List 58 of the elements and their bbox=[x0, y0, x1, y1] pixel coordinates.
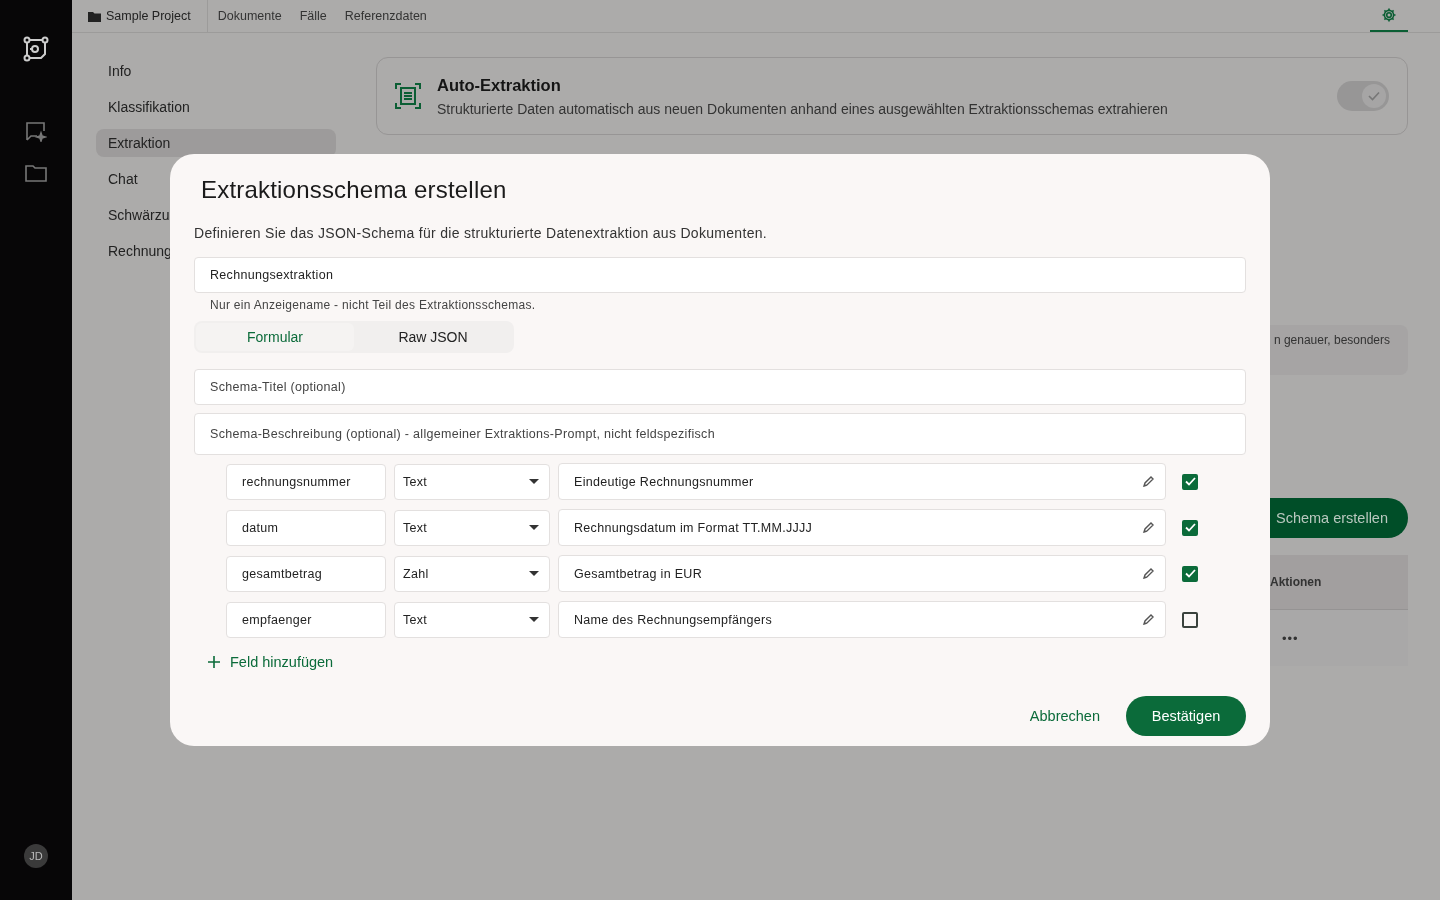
checkbox[interactable] bbox=[1182, 473, 1198, 490]
dialog-description: Definieren Sie das JSON-Schema für die strukturierte Datenextraktion aus Dokumenten. bbox=[194, 225, 768, 241]
more-actions-button[interactable]: ••• bbox=[1282, 630, 1299, 646]
view-tab[interactable]: Raw JSON bbox=[354, 323, 512, 351]
caret-icon bbox=[529, 617, 539, 622]
settings-icon[interactable] bbox=[1381, 7, 1397, 23]
pencil-icon[interactable] bbox=[1142, 613, 1155, 626]
pencil-icon[interactable] bbox=[1142, 521, 1155, 534]
settings-nav-item[interactable]: Info bbox=[96, 57, 336, 85]
field-name-input[interactable]: datum bbox=[226, 509, 386, 546]
create-schema-button[interactable]: Schema erstellen bbox=[1270, 498, 1408, 538]
settings-nav-item[interactable]: Klassifikation bbox=[96, 93, 336, 121]
folder-icon bbox=[88, 10, 101, 22]
hint-text: n genauer, besonders bbox=[1273, 333, 1390, 349]
view-tab[interactable]: Formular bbox=[196, 323, 354, 351]
card-description: Strukturierte Daten automatisch aus neuen Dokumenten anhand eines ausgewählten Extraktionsschemas extrahieren bbox=[437, 100, 1168, 117]
caret-icon bbox=[529, 525, 539, 530]
nav-tab[interactable]: Referenzdaten bbox=[335, 0, 436, 32]
folder-icon[interactable] bbox=[25, 164, 47, 182]
field-name-input[interactable]: gesamtbetrag bbox=[226, 555, 386, 592]
card-title: Auto-Extraktion bbox=[437, 75, 562, 95]
add-field-button[interactable]: Feld hinzufügen bbox=[208, 654, 334, 670]
plus-icon bbox=[208, 656, 220, 668]
pencil-icon[interactable] bbox=[1142, 567, 1155, 580]
checkbox[interactable] bbox=[1182, 611, 1198, 628]
document-scan-icon bbox=[395, 83, 421, 109]
cancel-button[interactable]: Abbrechen bbox=[1023, 707, 1106, 725]
field-name-input[interactable]: empfaenger bbox=[226, 601, 386, 638]
input-field[interactable]: Rechnungsextraktion bbox=[194, 257, 1246, 293]
nav-tab[interactable]: Dokumente bbox=[208, 0, 291, 32]
field-description-text: Rechnungsdatum im Format TT.MM.JJJJ bbox=[574, 520, 813, 535]
nav-tab[interactable]: Fälle bbox=[290, 0, 336, 32]
pencil-icon[interactable] bbox=[1142, 475, 1155, 488]
input-field[interactable]: Schema-Titel (optional) bbox=[194, 369, 1246, 405]
project-name[interactable]: Sample Project bbox=[106, 9, 191, 23]
check-icon bbox=[1368, 91, 1380, 101]
chat-sparkle-icon[interactable] bbox=[25, 120, 47, 142]
caret-icon bbox=[529, 571, 539, 576]
field-description-text: Name des Rechnungsempfängers bbox=[574, 612, 773, 627]
column-header: Aktionen bbox=[1270, 555, 1408, 610]
caret-icon bbox=[529, 479, 539, 484]
confirm-button[interactable]: Bestätigen bbox=[1126, 696, 1246, 736]
checkbox[interactable] bbox=[1182, 519, 1198, 536]
toggle-switch[interactable] bbox=[1337, 81, 1389, 111]
field-description-text: Gesamtbetrag in EUR bbox=[574, 566, 702, 581]
settings-nav-item[interactable]: Extraktion bbox=[96, 129, 336, 157]
field-name-input[interactable]: rechnungsnummer bbox=[226, 463, 386, 500]
type-dropdown[interactable]: Zahl bbox=[394, 555, 550, 592]
type-dropdown[interactable]: Text bbox=[394, 509, 550, 546]
type-dropdown[interactable]: Text bbox=[394, 463, 550, 500]
field-description-text: Eindeutige Rechnungsnummer bbox=[574, 474, 754, 489]
input-field[interactable]: Schema-Beschreibung (optional) - allgemeiner Extraktions-Prompt, nicht feldspezifisch bbox=[194, 413, 1246, 455]
user-avatar[interactable]: JD bbox=[24, 844, 48, 868]
type-dropdown[interactable]: Text bbox=[394, 601, 550, 638]
logo-icon[interactable] bbox=[23, 36, 49, 62]
checkbox[interactable] bbox=[1182, 565, 1198, 582]
field-hint: Nur ein Anzeigename - nicht Teil des Extraktionsschemas. bbox=[210, 298, 537, 312]
dialog-title: Extraktionsschema erstellen bbox=[201, 176, 508, 204]
